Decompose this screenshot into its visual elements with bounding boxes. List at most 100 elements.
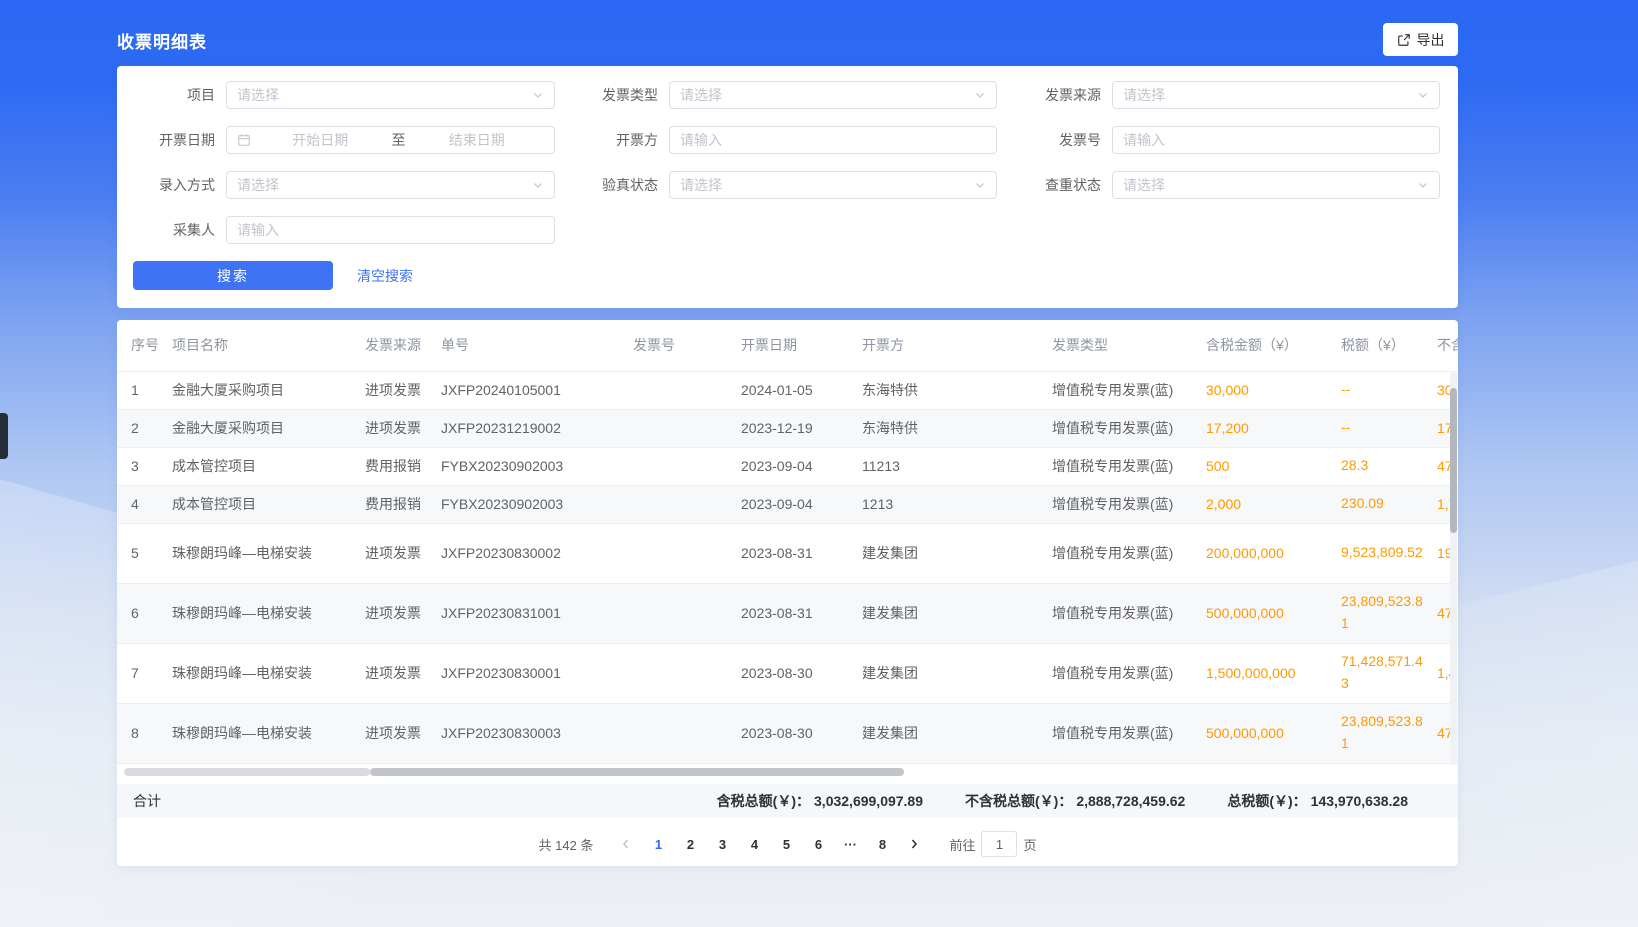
col-header: 开票日期: [741, 320, 862, 371]
table-header-row: 序号 项目名称 发票来源 单号 发票号 开票日期 开票方 发票类型 含税金额（¥…: [117, 320, 1458, 371]
project-label: 项目: [117, 85, 215, 105]
chevron-right-icon: [908, 838, 920, 850]
start-date-placeholder[interactable]: 开始日期: [253, 130, 388, 150]
page-button-6[interactable]: 6: [805, 831, 831, 857]
table-cell: 9,523,809.52: [1341, 523, 1437, 583]
table-cell: 增值税专用发票(蓝): [1052, 643, 1206, 703]
table-cell: 东海特供: [862, 371, 1052, 409]
table-cell: 珠穆朗玛峰—电梯安装: [172, 523, 365, 583]
table-cell: 5: [117, 523, 172, 583]
verify-status-label: 验真状态: [562, 175, 658, 195]
horizontal-scrollbar-segment[interactable]: [124, 768, 370, 776]
table-cell: 2023-08-30: [741, 703, 862, 763]
chevron-left-icon: [620, 838, 632, 850]
summary-total-tax: 总税额(￥)：143,970,638.28: [1227, 791, 1408, 811]
table-cell: 费用报销: [365, 447, 441, 485]
dup-check-status-select[interactable]: 请选择: [1112, 171, 1440, 199]
table-cell: 500: [1206, 447, 1341, 485]
table-cell: 2024-01-05: [741, 371, 862, 409]
end-date-placeholder[interactable]: 结束日期: [410, 130, 545, 150]
goto-label: 前往: [949, 835, 975, 854]
table-cell: 3: [117, 447, 172, 485]
page-button-4[interactable]: 4: [741, 831, 767, 857]
horizontal-scrollbar[interactable]: [121, 768, 1454, 776]
table-cell: FYBX20230902003: [441, 447, 633, 485]
table-cell: 2: [117, 409, 172, 447]
table-row: 4成本管控项目费用报销FYBX202309020032023-09-041213…: [117, 485, 1458, 523]
table-cell: JXFP20240105001: [441, 371, 633, 409]
page-ellipsis[interactable]: ···: [837, 831, 863, 857]
vertical-scrollbar-thumb[interactable]: [1450, 388, 1457, 533]
calendar-icon: [237, 133, 251, 147]
page-button-2[interactable]: 2: [677, 831, 703, 857]
table-cell: 费用报销: [365, 485, 441, 523]
col-header: 单号: [441, 320, 633, 371]
chevron-down-icon: [1417, 179, 1429, 191]
table-cell: 30,000: [1206, 371, 1341, 409]
table-row: 8珠穆朗玛峰—电梯安装进项发票JXFP202308300032023-08-30…: [117, 703, 1458, 763]
table-cell: 增值税专用发票(蓝): [1052, 447, 1206, 485]
col-header: 开票方: [862, 320, 1052, 371]
table-cell: 成本管控项目: [172, 447, 365, 485]
table-cell: 建发集团: [862, 643, 1052, 703]
invoice-date-range-picker[interactable]: 开始日期 至 结束日期: [226, 126, 555, 154]
table-cell: 4: [117, 485, 172, 523]
horizontal-scrollbar-thumb[interactable]: [370, 768, 904, 776]
table-cell: 71,428,571.43: [1341, 643, 1437, 703]
table-cell: 17,200: [1206, 409, 1341, 447]
table-cell: 进项发票: [365, 643, 441, 703]
table-cell: 2023-08-31: [741, 523, 862, 583]
invoice-type-select[interactable]: 请选择: [669, 81, 997, 109]
table-cell: 增值税专用发票(蓝): [1052, 583, 1206, 643]
table-cell: 珠穆朗玛峰—电梯安装: [172, 643, 365, 703]
table-row: 7珠穆朗玛峰—电梯安装进项发票JXFP202308300012023-08-30…: [117, 643, 1458, 703]
export-button[interactable]: 导出: [1383, 23, 1458, 56]
table-cell: 230.09: [1341, 485, 1437, 523]
date-range-separator: 至: [388, 130, 410, 150]
table-cell: 1213: [862, 485, 1052, 523]
table-cell: 增值税专用发票(蓝): [1052, 409, 1206, 447]
invoice-no-input[interactable]: [1112, 126, 1440, 154]
table-row: 2金融大厦采购项目进项发票JXFP202312190022023-12-19东海…: [117, 409, 1458, 447]
page-button-8[interactable]: 8: [869, 831, 895, 857]
table-cell: 进项发票: [365, 703, 441, 763]
table-cell: FYBX20230902003: [441, 485, 633, 523]
table-cell: [633, 447, 741, 485]
prev-page-button[interactable]: [613, 831, 639, 857]
collector-input[interactable]: [226, 216, 555, 244]
goto-page-input[interactable]: [981, 831, 1017, 857]
summary-with-tax: 含税总额(￥)：3,032,699,097.89: [717, 791, 923, 811]
invoice-source-label: 发票来源: [1005, 85, 1101, 105]
next-page-button[interactable]: [901, 831, 927, 857]
project-select[interactable]: 请选择: [226, 81, 555, 109]
verify-status-select[interactable]: 请选择: [669, 171, 997, 199]
chevron-down-icon: [974, 179, 986, 191]
page-button-3[interactable]: 3: [709, 831, 735, 857]
dup-check-status-label: 查重状态: [1005, 175, 1101, 195]
table-cell: JXFP20230830002: [441, 523, 633, 583]
table-cell: 金融大厦采购项目: [172, 409, 365, 447]
table-cell: 增值税专用发票(蓝): [1052, 703, 1206, 763]
search-panel: 项目 请选择 发票类型 请选择 发票来源 请选择: [117, 66, 1458, 308]
table-row: 3成本管控项目费用报销FYBX202309020032023-09-041121…: [117, 447, 1458, 485]
search-button[interactable]: 搜索: [133, 261, 333, 290]
page-title: 收票明细表: [117, 28, 207, 53]
receipt-detail-page: 收票明细表 导出 项目 请选择 发票类型 请选择: [0, 0, 1638, 927]
vertical-scrollbar[interactable]: [1450, 372, 1457, 765]
table-cell: 进项发票: [365, 583, 441, 643]
page-button-1[interactable]: 1: [645, 831, 671, 857]
table-row: 1金融大厦采购项目进项发票JXFP202401050012024-01-05东海…: [117, 371, 1458, 409]
invoice-source-select[interactable]: 请选择: [1112, 81, 1440, 109]
sidebar-collapsed-handle[interactable]: [0, 413, 8, 459]
entry-method-select[interactable]: 请选择: [226, 171, 555, 199]
table-cell: JXFP20230830003: [441, 703, 633, 763]
table-cell: 200,000,000: [1206, 523, 1341, 583]
issuer-input[interactable]: [669, 126, 997, 154]
chevron-down-icon: [532, 179, 544, 191]
table-cell: --: [1341, 409, 1437, 447]
page-button-5[interactable]: 5: [773, 831, 799, 857]
clear-search-button[interactable]: 清空搜索: [357, 266, 413, 286]
table-cell: 增值税专用发票(蓝): [1052, 523, 1206, 583]
table-cell: 2023-08-30: [741, 643, 862, 703]
table-cell: 2023-09-04: [741, 447, 862, 485]
